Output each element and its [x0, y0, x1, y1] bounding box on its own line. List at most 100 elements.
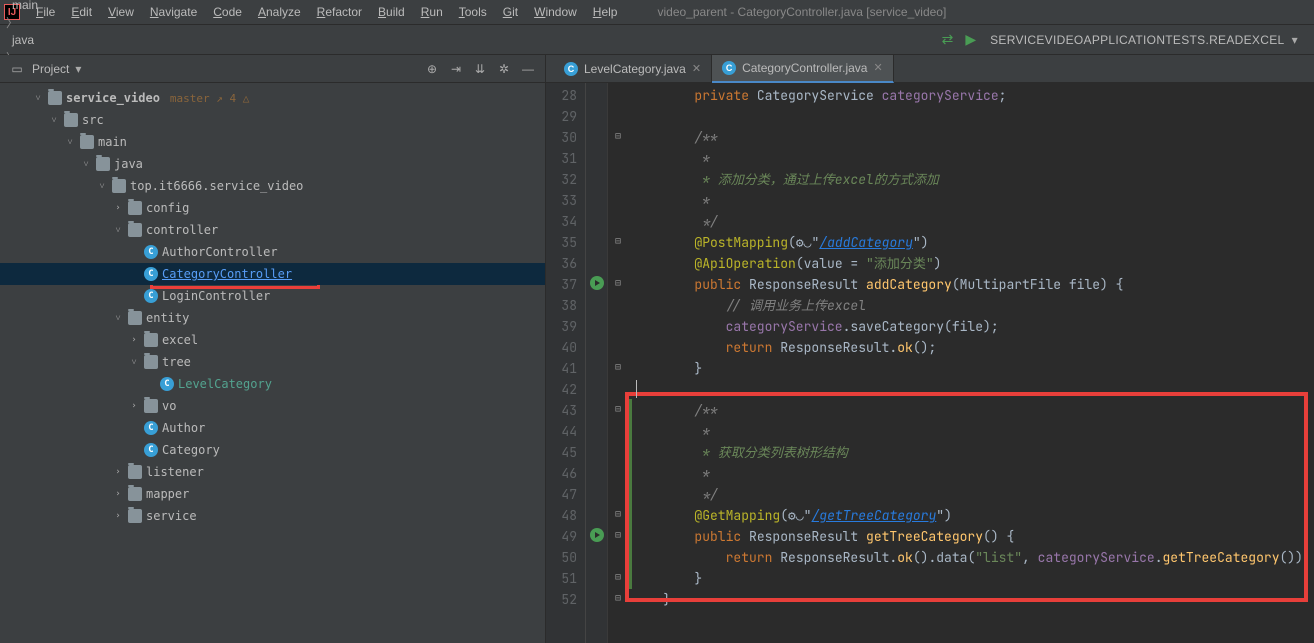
gutter-mark[interactable]: [586, 209, 607, 230]
tree-node[interactable]: CCategoryController: [0, 263, 545, 285]
gutter-mark[interactable]: [586, 104, 607, 125]
code-line[interactable]: * 添加分类，通过上传excel的方式添加: [628, 169, 1314, 190]
gutter-mark[interactable]: [586, 314, 607, 335]
fold-handle[interactable]: ⊟: [608, 356, 628, 377]
gutter-mark[interactable]: [586, 545, 607, 566]
caret-icon[interactable]: ›: [112, 467, 124, 477]
code-line[interactable]: return ResponseResult.ok().data("list", …: [628, 547, 1314, 568]
fold-handle[interactable]: ⊟: [608, 398, 628, 419]
code-line[interactable]: * 获取分类列表树形结构: [628, 442, 1314, 463]
tree-node[interactable]: ˅tree: [0, 351, 545, 373]
code-line[interactable]: */: [628, 484, 1314, 505]
gutter-mark[interactable]: [586, 587, 607, 608]
run-icon[interactable]: ▶: [965, 31, 976, 48]
code-line[interactable]: *: [628, 190, 1314, 211]
menu-code[interactable]: Code: [205, 3, 250, 21]
gutter-mark[interactable]: [586, 251, 607, 272]
code-line[interactable]: /**: [628, 400, 1314, 421]
fold-handle[interactable]: [608, 188, 628, 209]
caret-icon[interactable]: ›: [128, 335, 140, 345]
code-line[interactable]: [628, 379, 1314, 400]
gutter-mark[interactable]: [586, 461, 607, 482]
view-options-icon[interactable]: ▭: [8, 62, 26, 76]
gear-icon[interactable]: ✲: [495, 62, 513, 76]
fold-handle[interactable]: ⊟: [608, 125, 628, 146]
breadcrumb-segment[interactable]: java: [6, 31, 137, 49]
fold-handle[interactable]: ⊟: [608, 230, 628, 251]
fold-handle[interactable]: ⊟: [608, 587, 628, 608]
hide-icon[interactable]: —: [519, 62, 537, 76]
code-line[interactable]: return ResponseResult.ok();: [628, 337, 1314, 358]
select-opened-icon[interactable]: ⇥: [447, 62, 465, 76]
gutter-mark[interactable]: [586, 356, 607, 377]
code-line[interactable]: }: [628, 568, 1314, 589]
menu-window[interactable]: Window: [526, 3, 585, 21]
tree-node[interactable]: ˅controller: [0, 219, 545, 241]
gutter-mark[interactable]: [586, 125, 607, 146]
tree-node[interactable]: ›service: [0, 505, 545, 527]
gutter-mark[interactable]: [586, 398, 607, 419]
code-line[interactable]: *: [628, 463, 1314, 484]
close-icon[interactable]: ✕: [692, 62, 701, 75]
tree-node[interactable]: CAuthorController: [0, 241, 545, 263]
menu-analyze[interactable]: Analyze: [250, 3, 309, 21]
gutter-mark[interactable]: [586, 524, 607, 545]
project-tree[interactable]: ˅service_videomaster ↗ 4 △˅src˅main˅java…: [0, 83, 545, 643]
caret-icon[interactable]: ˅: [112, 313, 124, 324]
run-gutter-icon[interactable]: [590, 276, 604, 290]
target-icon[interactable]: ⊕: [423, 62, 441, 76]
project-label[interactable]: Project: [32, 62, 69, 76]
menu-run[interactable]: Run: [413, 3, 451, 21]
fold-handle[interactable]: [608, 251, 628, 272]
code-line[interactable]: public ResponseResult addCategory(Multip…: [628, 274, 1314, 295]
fold-handle[interactable]: [608, 440, 628, 461]
code-line[interactable]: @GetMapping(⚙◡"/getTreeCategory"): [628, 505, 1314, 526]
caret-icon[interactable]: ˅: [112, 225, 124, 236]
code-line[interactable]: // 调用业务上传excel: [628, 295, 1314, 316]
caret-icon[interactable]: ˅: [32, 93, 44, 104]
caret-icon[interactable]: ˅: [80, 159, 92, 170]
fold-handle[interactable]: [608, 104, 628, 125]
breadcrumb-segment[interactable]: main: [6, 0, 137, 14]
tree-node[interactable]: ˅top.it6666.service_video: [0, 175, 545, 197]
fold-handle[interactable]: [608, 419, 628, 440]
gutter-mark[interactable]: [586, 293, 607, 314]
fold-handle[interactable]: [608, 335, 628, 356]
fold-handle[interactable]: ⊟: [608, 566, 628, 587]
close-icon[interactable]: ✕: [873, 61, 882, 74]
code-line[interactable]: [628, 106, 1314, 127]
menu-build[interactable]: Build: [370, 3, 413, 21]
code-line[interactable]: *: [628, 148, 1314, 169]
gutter-mark[interactable]: [586, 146, 607, 167]
caret-icon[interactable]: ›: [112, 489, 124, 499]
fold-handle[interactable]: [608, 461, 628, 482]
caret-icon[interactable]: ˅: [64, 137, 76, 148]
fold-gutter[interactable]: ⊟⊟⊟⊟⊟⊟⊟⊟⊟: [608, 83, 628, 643]
tree-node[interactable]: ›vo: [0, 395, 545, 417]
fold-handle[interactable]: [608, 293, 628, 314]
code-line[interactable]: private CategoryService categoryService;: [628, 85, 1314, 106]
tree-node[interactable]: ›mapper: [0, 483, 545, 505]
fold-handle[interactable]: [608, 83, 628, 104]
menu-help[interactable]: Help: [585, 3, 626, 21]
gutter-mark[interactable]: [586, 440, 607, 461]
editor-tab[interactable]: CLevelCategory.java✕: [554, 55, 712, 83]
menu-refactor[interactable]: Refactor: [309, 3, 370, 21]
fold-handle[interactable]: [608, 167, 628, 188]
collapse-all-icon[interactable]: ⇊: [471, 62, 489, 76]
code-line[interactable]: *: [628, 421, 1314, 442]
tree-node[interactable]: CLevelCategory: [0, 373, 545, 395]
gutter-mark[interactable]: [586, 230, 607, 251]
caret-icon[interactable]: ›: [112, 511, 124, 521]
menu-git[interactable]: Git: [495, 3, 526, 21]
run-gutter-icon[interactable]: [590, 528, 604, 542]
run-configuration[interactable]: SERVICEVIDEOAPPLICATIONTESTS.READEXCEL ▾: [980, 31, 1308, 49]
gutter-mark[interactable]: [586, 188, 607, 209]
gutter-mark[interactable]: [586, 482, 607, 503]
code-line[interactable]: @PostMapping(⚙◡"/addCategory"): [628, 232, 1314, 253]
tree-node[interactable]: ›listener: [0, 461, 545, 483]
caret-icon[interactable]: ˅: [128, 357, 140, 368]
gutter-mark[interactable]: [586, 272, 607, 293]
menu-navigate[interactable]: Navigate: [142, 3, 205, 21]
fold-handle[interactable]: ⊟: [608, 524, 628, 545]
